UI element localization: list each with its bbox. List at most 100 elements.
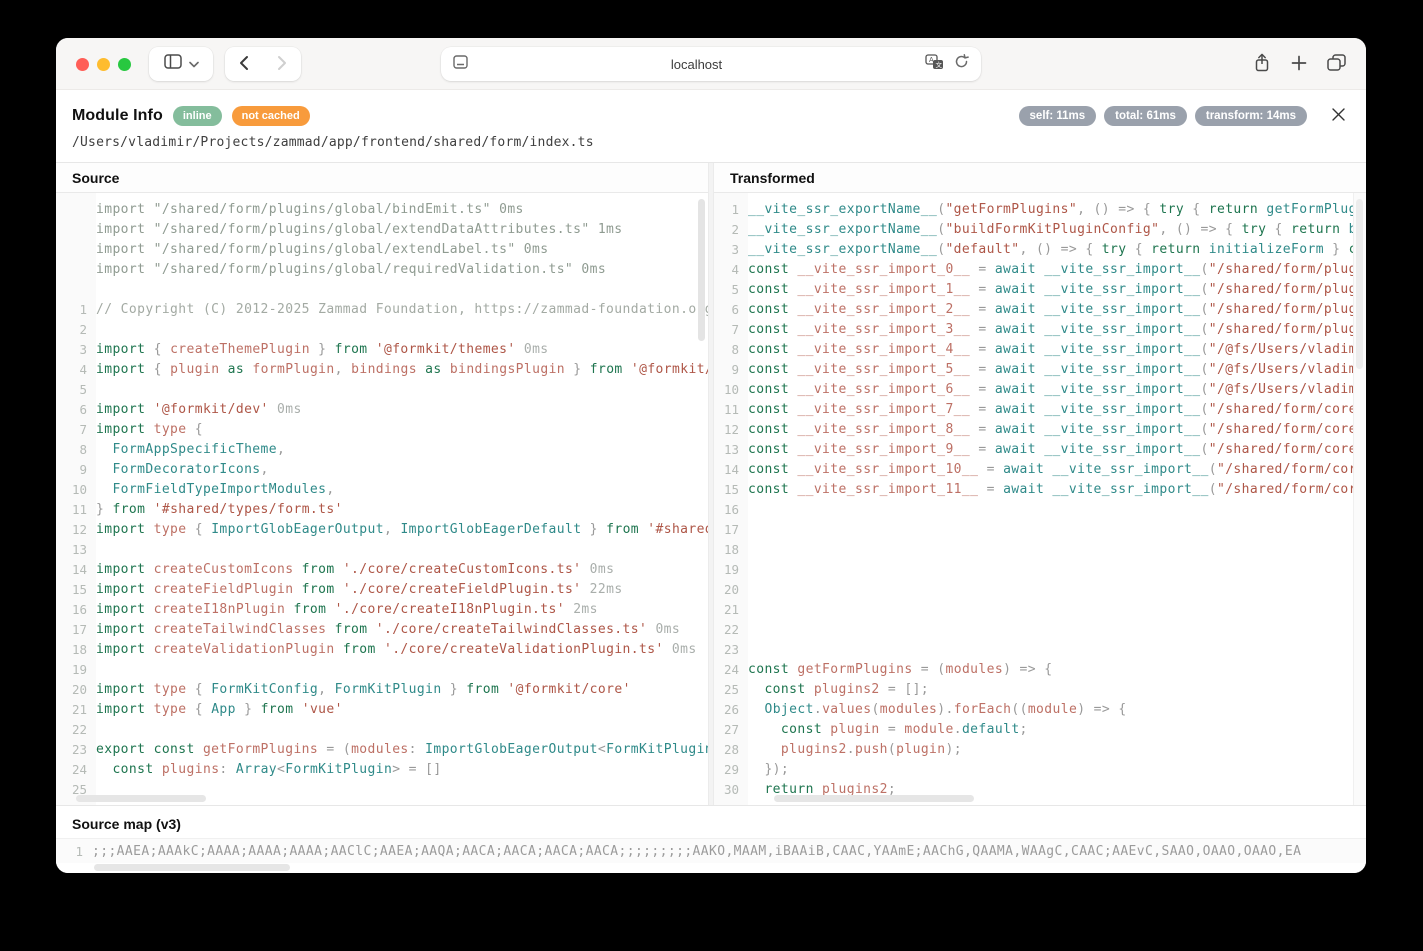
code-line: 27 const plugin = module.default;	[714, 719, 1366, 739]
code-text: // Copyright (C) 2012-2025 Zammad Founda…	[96, 302, 708, 317]
line-number: 3	[714, 242, 748, 257]
line-number: 16	[714, 502, 748, 517]
line-number: 30	[714, 782, 748, 797]
timing-badge-transform: transform: 14ms	[1195, 106, 1307, 126]
code-line: 1__vite_ssr_exportName__("getFormPlugins…	[714, 199, 1366, 219]
code-line: 2__vite_ssr_exportName__("buildFormKitPl…	[714, 219, 1366, 239]
traffic-light-minimize[interactable]	[97, 58, 110, 71]
line-number: 1	[714, 202, 748, 217]
sourcemap-section: Source map (v3) 1;;;AAEA;AAAkC;AAAA;AAAA…	[56, 805, 1366, 873]
share-icon	[1253, 53, 1271, 76]
code-line: 10 FormFieldTypeImportModules,	[56, 479, 708, 499]
close-button[interactable]	[1331, 107, 1346, 125]
code-line: 23export const getFormPlugins = (modules…	[56, 739, 708, 759]
horizontal-scrollbar-thumb[interactable]	[94, 864, 290, 871]
code-text: const __vite_ssr_import_1__ = await __vi…	[748, 282, 1366, 297]
traffic-light-close[interactable]	[76, 58, 89, 71]
line-number: 9	[56, 462, 96, 477]
translate-icon[interactable]: A文	[925, 54, 944, 75]
source-panel-header: Source	[56, 163, 708, 193]
code-line: 15import createFieldPlugin from './core/…	[56, 579, 708, 599]
source-code: import "/shared/form/plugins/global/bind…	[56, 193, 708, 805]
code-line: 1// Copyright (C) 2012-2025 Zammad Found…	[56, 299, 708, 319]
horizontal-scrollbar-thumb[interactable]	[774, 795, 974, 802]
browser-toolbar: localhost A文	[56, 38, 1366, 90]
code-line: 9const __vite_ssr_import_5__ = await __v…	[714, 359, 1366, 379]
code-text: const __vite_ssr_import_6__ = await __vi…	[748, 382, 1366, 397]
code-text: import "/shared/form/plugins/global/exte…	[96, 242, 708, 257]
line-number: 7	[56, 422, 96, 437]
code-text: import type { FormKitConfig, FormKitPlug…	[96, 682, 708, 697]
horizontal-scrollbar-thumb[interactable]	[76, 795, 206, 802]
line-number: 11	[714, 402, 748, 417]
line-number: 26	[714, 702, 748, 717]
code-line: 7const __vite_ssr_import_3__ = await __v…	[714, 319, 1366, 339]
page-title: Module Info	[72, 107, 163, 125]
line-number: 24	[714, 662, 748, 677]
page-settings-icon[interactable]	[453, 55, 468, 74]
new-tab-button[interactable]	[1291, 55, 1307, 74]
code-line: 19	[714, 559, 1366, 579]
code-line: 16import createI18nPlugin from './core/c…	[56, 599, 708, 619]
code-text: });	[748, 762, 1366, 777]
code-line: 4import { plugin as formPlugin, bindings…	[56, 359, 708, 379]
line-number: 21	[56, 702, 96, 717]
code-line: 18	[714, 539, 1366, 559]
svg-text:文: 文	[936, 60, 943, 69]
reload-icon[interactable]	[954, 54, 969, 74]
code-text: const plugin = module.default;	[748, 722, 1366, 737]
code-line: 2	[56, 319, 708, 339]
code-line: 14const __vite_ssr_import_10__ = await _…	[714, 459, 1366, 479]
line-number: 18	[56, 642, 96, 657]
line-number: 22	[56, 722, 96, 737]
line-number: 12	[56, 522, 96, 537]
sidebar-icon	[164, 54, 182, 74]
line-number: 4	[56, 362, 96, 377]
line-number: 21	[714, 602, 748, 617]
code-text: import { plugin as formPlugin, bindings …	[96, 362, 708, 377]
code-text: const __vite_ssr_import_2__ = await __vi…	[748, 302, 1366, 317]
line-number: 9	[714, 362, 748, 377]
code-line: 24const getFormPlugins = (modules) => {	[714, 659, 1366, 679]
plus-icon	[1291, 55, 1307, 74]
line-number: 10	[56, 482, 96, 497]
code-line: 21	[714, 599, 1366, 619]
transformed-code: 1__vite_ssr_exportName__("getFormPlugins…	[714, 193, 1366, 805]
code-text: const __vite_ssr_import_7__ = await __vi…	[748, 402, 1366, 417]
sidebar-toggle-button[interactable]	[149, 47, 213, 81]
vertical-scrollbar-thumb[interactable]	[698, 199, 705, 341]
address-url[interactable]: localhost	[468, 57, 925, 72]
traffic-light-zoom[interactable]	[118, 58, 131, 71]
code-line: 10const __vite_ssr_import_6__ = await __…	[714, 379, 1366, 399]
code-line: 23	[714, 639, 1366, 659]
line-number: 16	[56, 602, 96, 617]
source-lines: 1// Copyright (C) 2012-2025 Zammad Found…	[56, 299, 708, 799]
line-number: 22	[714, 622, 748, 637]
code-line: 15const __vite_ssr_import_11__ = await _…	[714, 479, 1366, 499]
line-number: 17	[56, 622, 96, 637]
share-button[interactable]	[1253, 53, 1271, 76]
address-bar[interactable]: localhost A文	[441, 47, 981, 81]
line-number: 27	[714, 722, 748, 737]
code-line: 29 });	[714, 759, 1366, 779]
code-text: import type { App } from 'vue'	[96, 702, 708, 717]
tab-overview-button[interactable]	[1327, 54, 1346, 74]
back-button[interactable]	[227, 55, 261, 74]
code-text: const plugins: Array<FormKitPlugin> = []	[96, 762, 708, 777]
line-number: 23	[714, 642, 748, 657]
line-number: 7	[714, 322, 748, 337]
code-text: const getFormPlugins = (modules) => {	[748, 662, 1366, 677]
code-text: } from '#shared/types/form.ts'	[96, 502, 708, 517]
badge-not-cached: not cached	[232, 106, 310, 126]
code-text: const __vite_ssr_import_8__ = await __vi…	[748, 422, 1366, 437]
code-line: 17	[714, 519, 1366, 539]
line-number: 8	[714, 342, 748, 357]
forward-icon	[277, 55, 287, 74]
code-line: 13const __vite_ssr_import_9__ = await __…	[714, 439, 1366, 459]
line-number: 12	[714, 422, 748, 437]
code-text: plugins2.push(plugin);	[748, 742, 1366, 757]
code-text: __vite_ssr_exportName__("buildFormKitPlu…	[748, 222, 1366, 237]
line-number: 1	[56, 844, 92, 859]
forward-button[interactable]	[265, 55, 299, 74]
vertical-scrollbar-thumb[interactable]	[1356, 199, 1363, 369]
